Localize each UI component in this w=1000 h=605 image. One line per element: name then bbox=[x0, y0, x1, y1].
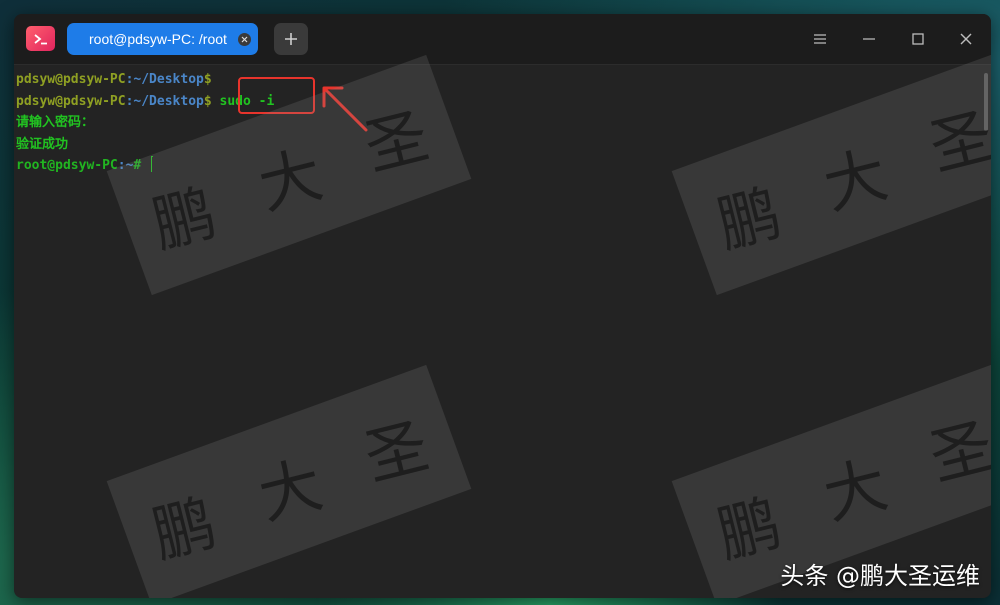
source-watermark: 头条 @鹏大圣运维 bbox=[780, 562, 980, 590]
minimize-button[interactable] bbox=[857, 27, 881, 51]
tab-label: root@pdsyw-PC: /root bbox=[89, 31, 227, 47]
menu-button[interactable] bbox=[808, 27, 832, 51]
prompt-user-host: pdsyw@pdsyw-PC bbox=[16, 72, 126, 87]
close-icon[interactable] bbox=[238, 33, 251, 46]
prompt-symbol: $ bbox=[203, 72, 212, 87]
maximize-button[interactable] bbox=[906, 27, 930, 51]
terminal-message: 请输入密码： bbox=[16, 115, 95, 130]
terminal-message: 验证成功 bbox=[16, 136, 69, 152]
maximize-icon bbox=[912, 33, 924, 45]
terminal-output[interactable]: pdsyw@pdsyw-PC:~/Desktop$ pdsyw@pdsyw-PC… bbox=[14, 65, 991, 598]
prompt-path: ~/Desktop bbox=[133, 72, 204, 87]
new-tab-button[interactable] bbox=[274, 23, 308, 55]
close-window-button[interactable] bbox=[954, 27, 978, 51]
title-bar: root@pdsyw-PC: /root bbox=[14, 14, 991, 65]
prompt-separator: : bbox=[117, 158, 126, 173]
terminal-line: pdsyw@pdsyw-PC:~/Desktop$ sudo -i bbox=[16, 91, 991, 113]
terminal-line: pdsyw@pdsyw-PC:~/Desktop$ bbox=[16, 69, 991, 91]
terminal-icon[interactable] bbox=[26, 26, 55, 51]
prompt-user-host: pdsyw@pdsyw-PC bbox=[16, 93, 126, 109]
prompt-user-host: root@pdsyw-PC bbox=[16, 158, 118, 173]
command-text bbox=[141, 158, 149, 173]
scrollbar-thumb[interactable] bbox=[984, 73, 988, 131]
red-arrow-icon bbox=[322, 86, 368, 132]
prompt-path: ~/Desktop bbox=[133, 93, 204, 109]
scrollbar[interactable] bbox=[981, 65, 991, 133]
annotation-highlight-box bbox=[238, 77, 315, 114]
terminal-line: root@pdsyw-PC:~# bbox=[16, 155, 991, 177]
prompt-symbol: $ bbox=[203, 93, 212, 109]
text-cursor bbox=[151, 156, 154, 172]
terminal-window: root@pdsyw-PC: /root pdsyw@pdsyw-PC:~/De… bbox=[14, 14, 991, 598]
tab-root-terminal[interactable]: root@pdsyw-PC: /root bbox=[67, 23, 258, 55]
plus-icon bbox=[285, 33, 297, 45]
close-icon bbox=[960, 33, 972, 45]
hamburger-menu-icon bbox=[814, 34, 826, 44]
minimize-icon bbox=[863, 38, 875, 40]
